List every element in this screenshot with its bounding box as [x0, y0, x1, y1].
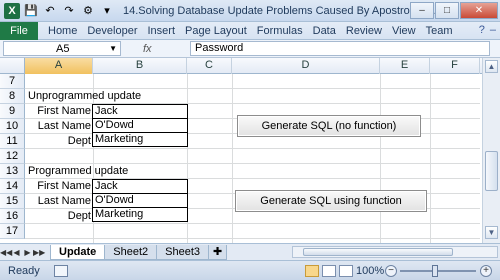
last-name-cell[interactable]: O'Dowd: [92, 118, 188, 133]
section-heading: Programmed update: [28, 165, 129, 177]
zoom-slider-track[interactable]: [400, 270, 476, 272]
page-layout-view-icon[interactable]: [322, 265, 336, 277]
tab-home[interactable]: Home: [48, 25, 77, 37]
row-header[interactable]: 16: [0, 209, 25, 224]
scroll-up-icon[interactable]: ▲: [485, 60, 498, 73]
field-label: Last Name: [37, 195, 91, 207]
row-header[interactable]: 12: [0, 149, 25, 164]
next-sheet-icon[interactable]: ▶: [22, 248, 33, 257]
first-sheet-icon[interactable]: ◀◀: [0, 248, 12, 257]
row-header[interactable]: 11: [0, 134, 25, 149]
minimize-ribbon-icon[interactable]: –: [490, 24, 496, 36]
customize-toolbar-icon[interactable]: ▾: [99, 3, 115, 19]
row-header[interactable]: 14: [0, 179, 25, 194]
first-name-cell[interactable]: Jack: [92, 104, 188, 119]
scroll-thumb[interactable]: [485, 151, 498, 191]
column-header[interactable]: D: [232, 58, 380, 74]
generate-sql-using-function-button[interactable]: Generate SQL using function: [235, 190, 427, 212]
horizontal-scrollbar[interactable]: [292, 246, 498, 258]
row-header[interactable]: 13: [0, 164, 25, 179]
tab-team[interactable]: Team: [426, 25, 453, 37]
field-label: First Name: [37, 180, 91, 192]
column-header[interactable]: A: [25, 58, 93, 74]
dept-cell[interactable]: Marketing: [92, 207, 188, 222]
formula-bar: A5 ▼ fx Password: [0, 40, 500, 58]
zoom-level[interactable]: 100%: [356, 265, 384, 277]
fx-icon[interactable]: fx: [143, 43, 152, 55]
field-label: First Name: [37, 105, 91, 117]
sheet-tab-sheet3[interactable]: Sheet3: [156, 244, 210, 260]
scroll-down-icon[interactable]: ▼: [485, 226, 498, 239]
undo-icon[interactable]: ↶: [42, 3, 58, 19]
page-break-view-icon[interactable]: [339, 265, 353, 277]
prev-sheet-icon[interactable]: ◀: [11, 248, 22, 257]
chevron-down-icon[interactable]: ▼: [109, 44, 117, 53]
tab-data[interactable]: Data: [313, 25, 336, 37]
excel-logo-icon[interactable]: X: [4, 2, 20, 19]
row-header[interactable]: 7: [0, 74, 25, 89]
zoom-out-icon[interactable]: −: [385, 265, 397, 277]
column-header[interactable]: B: [93, 58, 187, 74]
sheet-tab-bar: ◀◀ ◀ ▶ ▶▶ Update Sheet2 Sheet3 ✚: [0, 243, 500, 260]
close-icon[interactable]: ✕: [460, 2, 498, 19]
column-header[interactable]: E: [380, 58, 430, 74]
tab-review[interactable]: Review: [346, 25, 382, 37]
save-icon[interactable]: 💾: [23, 3, 39, 19]
column-header[interactable]: C: [187, 58, 232, 74]
column-headers: A B C D E F: [0, 58, 500, 74]
horizontal-scroll-thumb[interactable]: [303, 248, 453, 256]
vertical-scrollbar[interactable]: ▲ ▼: [482, 58, 500, 243]
title-bar: X 💾 ↶ ↷ ⚙ ▾ 14.Solving Database Update P…: [0, 0, 500, 22]
help-icon[interactable]: ?: [479, 24, 485, 36]
first-name-cell[interactable]: Jack: [92, 179, 188, 194]
worksheet-grid[interactable]: A B C D E F 7 8 9 10 11 12 13 14 15 16 1…: [0, 58, 500, 243]
sheet-tab-update[interactable]: Update: [50, 244, 106, 260]
tab-file[interactable]: File: [0, 21, 38, 40]
tab-view[interactable]: View: [392, 25, 416, 37]
zoom-slider-handle[interactable]: [432, 265, 438, 277]
tab-developer[interactable]: Developer: [87, 25, 137, 37]
section-heading: Unprogrammed update: [28, 90, 142, 102]
tab-insert[interactable]: Insert: [147, 25, 175, 37]
field-label: Dept: [67, 135, 91, 147]
row-header[interactable]: 8: [0, 89, 25, 104]
quick-access-icon[interactable]: ⚙: [80, 3, 96, 19]
minimize-icon[interactable]: –: [410, 2, 434, 19]
last-name-cell[interactable]: O'Dowd: [92, 193, 188, 208]
status-bar: Ready 100% − +: [0, 260, 500, 280]
last-sheet-icon[interactable]: ▶▶: [33, 248, 45, 257]
row-header[interactable]: 15: [0, 194, 25, 209]
ribbon-tabs: File Home Developer Insert Page Layout F…: [0, 21, 500, 40]
zoom-in-icon[interactable]: +: [480, 265, 492, 277]
tab-formulas[interactable]: Formulas: [257, 25, 303, 37]
macro-record-icon[interactable]: [53, 264, 68, 277]
insert-sheet-icon[interactable]: ✚: [208, 244, 228, 260]
name-box[interactable]: A5 ▼: [3, 41, 121, 56]
column-header[interactable]: F: [430, 58, 480, 74]
tab-page-layout[interactable]: Page Layout: [185, 25, 247, 37]
row-header[interactable]: 10: [0, 119, 25, 134]
redo-icon[interactable]: ↷: [61, 3, 77, 19]
row-header[interactable]: 9: [0, 104, 25, 119]
name-box-value: A5: [56, 42, 70, 55]
generate-sql-no-function-button[interactable]: Generate SQL (no function): [237, 115, 421, 137]
row-header[interactable]: 17: [0, 224, 25, 239]
maximize-icon[interactable]: □: [435, 2, 459, 19]
formula-input[interactable]: Password: [190, 41, 490, 56]
field-label: Dept: [67, 210, 91, 222]
dept-cell[interactable]: Marketing: [92, 132, 188, 147]
normal-view-icon[interactable]: [305, 265, 319, 277]
select-all-corner[interactable]: [0, 58, 25, 74]
field-label: Last Name: [37, 120, 91, 132]
sheet-tab-sheet2[interactable]: Sheet2: [104, 244, 158, 260]
status-text: Ready: [8, 264, 40, 277]
